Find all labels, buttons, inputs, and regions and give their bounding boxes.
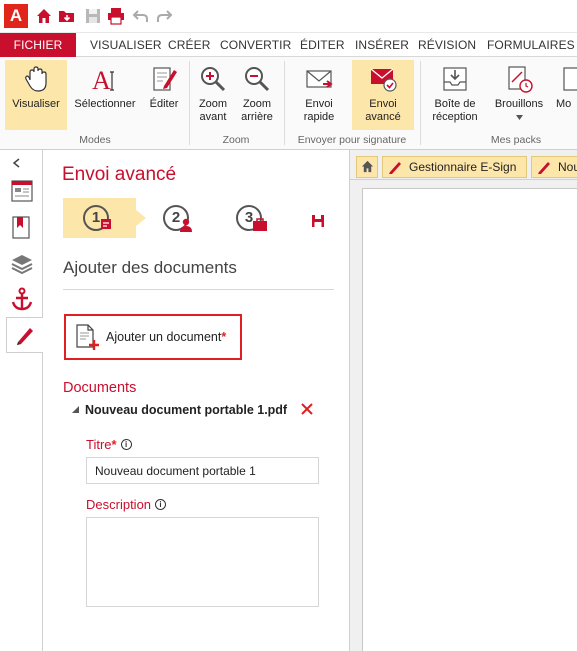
more-icon <box>563 67 577 91</box>
advanced-send-panel: Envoi avancé 1 2 3 Ajouter des documents… <box>43 150 350 651</box>
advanced-send-button[interactable]: Envoi avancé <box>352 60 414 130</box>
advanced-send-icon <box>370 68 397 92</box>
inbox-icon <box>443 67 467 91</box>
open-folder-icon[interactable] <box>58 7 76 25</box>
recipient-step-icon <box>180 218 192 232</box>
tab-inserer[interactable]: INSÉRER <box>355 33 409 57</box>
document-tabs: Gestionnaire E-Sign Nou <box>350 150 577 180</box>
app-logo: A <box>4 4 28 28</box>
step-1[interactable]: 1 <box>63 198 136 238</box>
svg-text:A: A <box>92 66 111 94</box>
title-label: Titre* i <box>86 437 132 452</box>
group-label-zoom: Zoom <box>222 134 250 146</box>
panel-title: Envoi avancé <box>62 164 177 185</box>
collapse-triangle-icon[interactable] <box>72 406 79 413</box>
anchor-icon[interactable] <box>9 286 35 312</box>
document-canvas <box>350 180 577 651</box>
drafts-icon <box>508 66 533 93</box>
title-field[interactable] <box>86 457 319 484</box>
required-mark: * <box>221 330 227 344</box>
view-mode-button[interactable]: Visualiser <box>5 60 67 130</box>
document-name: Nouveau document portable 1.pdf <box>85 403 288 417</box>
more-button[interactable]: Mo <box>554 60 577 130</box>
home-icon[interactable] <box>35 7 53 25</box>
tab-creer[interactable]: CRÉER <box>168 33 211 57</box>
info-icon[interactable]: i <box>155 499 167 510</box>
tab-visualiser[interactable]: VISUALISER <box>90 33 162 57</box>
select-mode-button[interactable]: A Sélectionner <box>70 60 140 130</box>
layers-icon[interactable] <box>9 250 35 276</box>
chevron-down-icon <box>515 115 523 120</box>
add-document-button[interactable]: Ajouter un document* <box>64 314 242 360</box>
group-label-packs: Mes packs <box>490 134 542 146</box>
print-icon[interactable] <box>107 7 125 25</box>
ribbon-separator <box>189 61 190 145</box>
tab-formulaires[interactable]: FORMULAIRES <box>487 33 575 57</box>
inbox-button[interactable]: Boîte de réception <box>426 60 484 130</box>
bookmarks-icon[interactable] <box>9 214 35 240</box>
tab-label: Nou <box>558 160 577 174</box>
delete-document-icon[interactable] <box>299 401 315 417</box>
tab-new-document[interactable]: Nou <box>531 156 577 178</box>
ribbon-tabs: FICHIER VISUALISER CRÉER CONVERTIR ÉDITE… <box>0 33 577 57</box>
text-select-icon: A <box>92 66 114 94</box>
collapse-chevron-icon[interactable] <box>12 158 21 168</box>
ribbon: Visualiser A Sélectionner Éditer Modes Z… <box>0 57 577 150</box>
step-2[interactable]: 2 <box>143 198 216 238</box>
drafts-button[interactable]: Brouillons <box>489 60 549 130</box>
group-label-send: Envoyer pour signature <box>297 134 407 146</box>
ribbon-separator <box>420 61 421 145</box>
left-sidebar <box>0 150 43 651</box>
app-window: A FICHIER VISUALISER CRÉER CONVERTIR ÉDI… <box>0 0 577 651</box>
tab-label: Gestionnaire E-Sign <box>409 160 517 174</box>
document-step-icon <box>101 219 111 229</box>
home-icon <box>361 160 373 173</box>
hand-icon <box>25 66 47 92</box>
redo-icon[interactable] <box>155 7 173 25</box>
tab-revision[interactable]: RÉVISION <box>418 33 476 57</box>
document-page <box>362 188 577 651</box>
zoom-in-button[interactable]: Zoom avant <box>193 60 233 130</box>
zoom-out-button[interactable]: Zoom arrière <box>236 60 278 130</box>
zoom-in-icon <box>201 67 226 92</box>
save-icon[interactable] <box>84 7 102 25</box>
undo-icon[interactable] <box>132 7 150 25</box>
quick-send-icon <box>306 70 333 88</box>
documents-heading: Documents <box>63 380 137 396</box>
tab-fichier[interactable]: FICHIER <box>0 33 76 57</box>
quick-access-toolbar: A <box>0 0 577 33</box>
section-subtitle: Ajouter des documents <box>63 258 237 277</box>
group-label-modes: Modes <box>79 134 111 146</box>
description-label: Description i <box>86 497 167 512</box>
edit-mode-button[interactable]: Éditer <box>143 60 185 130</box>
pen-icon <box>538 162 550 174</box>
edit-document-icon <box>153 67 177 91</box>
home-tab[interactable] <box>356 156 378 178</box>
required-mark: * <box>111 437 117 452</box>
tab-convertir[interactable]: CONVERTIR <box>220 33 291 57</box>
quick-send-button[interactable]: Envoi rapide <box>293 60 345 130</box>
description-field[interactable] <box>86 517 319 607</box>
save-icon[interactable] <box>311 214 325 228</box>
pen-icon <box>17 328 33 345</box>
add-document-label: Ajouter un document* <box>106 330 227 344</box>
pages-icon[interactable] <box>9 178 35 204</box>
pen-icon <box>389 162 401 174</box>
sign-panel-tab[interactable] <box>6 317 43 353</box>
package-step-icon <box>253 218 267 231</box>
step-3[interactable]: 3 <box>216 198 289 238</box>
info-icon[interactable]: i <box>120 439 132 450</box>
divider <box>63 289 334 290</box>
ribbon-separator <box>284 61 285 145</box>
tab-esign-manager[interactable]: Gestionnaire E-Sign <box>382 156 527 178</box>
tab-editer[interactable]: ÉDITER <box>300 33 345 57</box>
document-row: Nouveau document portable 1.pdf <box>69 403 329 421</box>
add-document-icon <box>76 324 99 350</box>
zoom-out-icon <box>245 67 270 92</box>
